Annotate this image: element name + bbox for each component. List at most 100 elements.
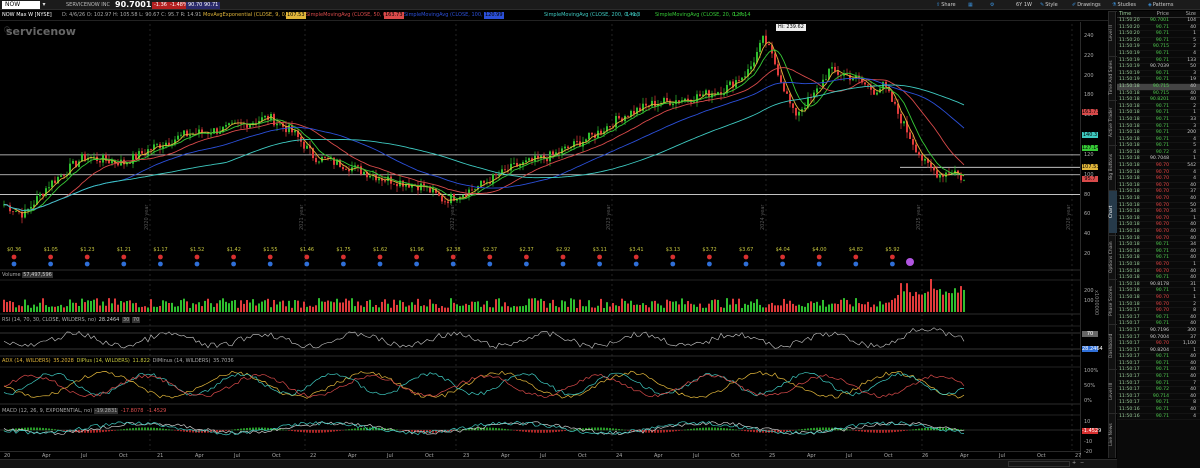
- candle-body: [471, 189, 473, 191]
- candle-body: [39, 193, 41, 197]
- dividend-label: $2.38: [446, 247, 460, 253]
- dividend-label: $0.36: [7, 247, 21, 253]
- tns-size: 40: [1190, 235, 1196, 241]
- side-tab-options-chain[interactable]: Options Chain: [1109, 235, 1117, 278]
- side-tab-active-trader[interactable]: Active Trader: [1109, 100, 1117, 143]
- macd-histogram-bar: [42, 427, 44, 431]
- side-tab-time-and-sales[interactable]: Time And Sales: [1109, 56, 1117, 99]
- volume-bar: [411, 302, 413, 312]
- rsi-level-badge: 70: [1082, 331, 1098, 337]
- tns-size: 1: [1193, 110, 1196, 116]
- candle-body: [609, 126, 611, 128]
- earnings-marker-icon: [194, 254, 200, 260]
- tns-size: 40: [1190, 314, 1196, 320]
- macd-legend[interactable]: MACD (12, 26, 9, EXPONENTIAL, no) -19.28…: [2, 408, 167, 415]
- macd-histogram-bar: [858, 430, 860, 432]
- volume-bar: [327, 300, 329, 312]
- macd-histogram-bar: [165, 428, 167, 431]
- candle-body: [180, 134, 182, 136]
- volume-bar: [198, 302, 200, 312]
- adx-legend[interactable]: ADX (14, WILDERS) 35.2028 DIPlus (14, WI…: [2, 358, 235, 365]
- side-tab-chart[interactable]: Chart: [1109, 190, 1117, 233]
- volume-bar: [936, 290, 938, 312]
- macd-histogram-bar: [801, 429, 803, 431]
- price-chart[interactable]: 2020 year 2021 year 2022 year 2023 year 2024…: [0, 0, 1108, 468]
- volume-bar: [414, 304, 416, 312]
- volume-bar: [54, 306, 56, 312]
- volume-bar: [681, 298, 683, 312]
- candle-body: [936, 170, 938, 178]
- macd-histogram-bar: [111, 430, 113, 431]
- macd-histogram-bar: [216, 430, 218, 432]
- macd-histogram-bar: [264, 427, 266, 431]
- macd-histogram-bar: [663, 430, 665, 433]
- earnings-marker-icon: [84, 254, 90, 260]
- side-tab-big-buttons[interactable]: Big Buttons: [1109, 145, 1117, 188]
- candle-body: [150, 149, 152, 150]
- tns-price: 90.71: [1155, 255, 1169, 261]
- volume-bar: [468, 305, 470, 312]
- candle-body: [315, 158, 317, 163]
- tns-row: 11:50:18 90.71 40: [1117, 275, 1200, 282]
- tns-row: 11:50:18 90.71 1: [1117, 110, 1200, 117]
- side-tab-dashboard[interactable]: Dashboard: [1109, 324, 1117, 367]
- price-badge: 163.73: [1082, 109, 1100, 115]
- volume-bar: [687, 301, 689, 312]
- volume-bar: [870, 307, 872, 312]
- volume-bar: [207, 298, 209, 312]
- side-tab-level-iii[interactable]: Level III: [1109, 369, 1117, 412]
- volume-bar: [516, 306, 518, 312]
- tns-size: 4: [1193, 50, 1196, 56]
- info-icon[interactable]: ⓘ: [4, 27, 10, 34]
- dividend-label: $1.17: [153, 247, 167, 253]
- tns-price: 90.71: [1155, 103, 1169, 109]
- patterns-button[interactable]: ◈Patterns: [1148, 1, 1173, 9]
- candle-body: [654, 100, 656, 107]
- rsi-legend[interactable]: RSI (14, 70, 30, CLOSE, WILDERS, no) 28.…: [2, 317, 141, 324]
- side-tab-live-news[interactable]: Live News: [1109, 413, 1117, 456]
- volume-bar: [915, 291, 917, 312]
- volume-bar: [711, 300, 713, 312]
- volume-bar: [549, 303, 551, 312]
- volume-legend[interactable]: Volume 57,497,596: [2, 272, 53, 279]
- volume-bar: [264, 300, 266, 312]
- tns-time: 11:50:18: [1119, 229, 1140, 234]
- volume-bar: [408, 305, 410, 312]
- candle-body: [324, 156, 326, 158]
- volume-bar: [444, 307, 446, 312]
- earnings-marker-icon: [377, 254, 383, 260]
- macd-histogram-bar: [555, 430, 557, 433]
- tns-size: 40: [1190, 354, 1196, 360]
- macd-histogram-bar: [876, 430, 878, 433]
- volume-bar: [795, 305, 797, 312]
- tns-price: 90.71: [1155, 24, 1169, 30]
- volume-bar: [591, 307, 593, 312]
- zoom-out-icon[interactable]: −: [1080, 460, 1084, 466]
- candle-body: [342, 167, 344, 170]
- price-tick-label: 60: [1084, 211, 1091, 217]
- volume-bar: [300, 307, 302, 312]
- candle-body: [588, 132, 590, 140]
- volume-bar: [750, 301, 752, 312]
- macd-histogram-bar: [39, 427, 41, 431]
- dividend-label: $3.11: [593, 247, 607, 253]
- tns-time: 11:50:18: [1119, 215, 1140, 221]
- volume-bar: [498, 298, 500, 312]
- volume-bar: [606, 302, 608, 312]
- tns-row: 11:50:18 90.70 40: [1117, 229, 1200, 236]
- volume-bar: [834, 303, 836, 312]
- candle-body: [816, 88, 818, 93]
- tns-price: 90.71: [1155, 110, 1169, 116]
- side-tab-level-ii[interactable]: Level II: [1109, 11, 1117, 54]
- volume-bar: [873, 304, 875, 312]
- side-tab-phase-scores[interactable]: Phase Scores: [1109, 279, 1117, 322]
- macd-histogram-bar: [669, 430, 671, 432]
- candle-body: [792, 103, 794, 108]
- tns-time: 11:50:20: [1119, 31, 1140, 37]
- tns-size: 1: [1193, 215, 1196, 221]
- studies-button[interactable]: ⚗Studies: [1112, 1, 1136, 9]
- tns-size: 40: [1190, 393, 1196, 399]
- tns-time: 11:50:17: [1119, 347, 1140, 353]
- chart-scroll-bar[interactable]: [1008, 461, 1070, 467]
- zoom-in-icon[interactable]: +: [1072, 460, 1076, 466]
